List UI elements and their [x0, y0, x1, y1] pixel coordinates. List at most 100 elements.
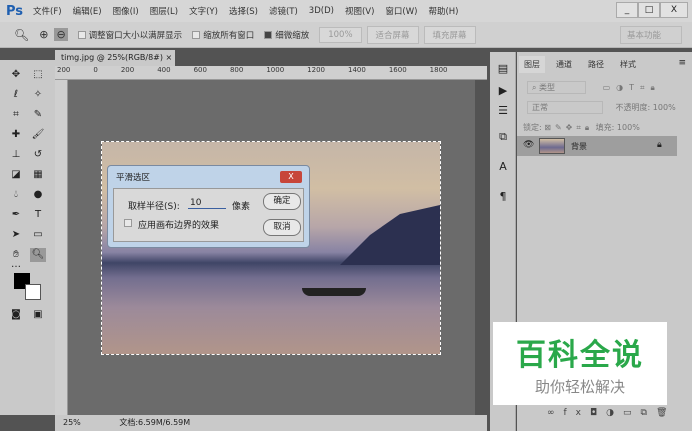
layer-name: 背景 — [571, 142, 587, 151]
document-tab-label: timg.jpg @ 25%(RGB/8#) — [61, 53, 163, 62]
ruler-left — [55, 80, 68, 415]
zoom-tool-icon[interactable]: 🔍︎ — [30, 248, 46, 262]
gradient-tool-icon[interactable]: ▦ — [30, 168, 46, 182]
pen-tool-icon[interactable]: ✒ — [8, 208, 24, 222]
marquee-tool-icon[interactable]: ⬚ — [30, 68, 46, 82]
blend-mode-select[interactable]: 正常 — [527, 101, 603, 114]
filter-icons[interactable]: ▭◑T⌗🔒︎ — [603, 83, 661, 92]
menu-type[interactable]: 文字(Y) — [189, 5, 218, 17]
ps-logo: Ps — [6, 3, 24, 19]
menu-edit[interactable]: 编辑(E) — [73, 5, 102, 17]
character-icon[interactable]: A — [495, 160, 511, 173]
new-layer-icon[interactable]: ⧉ — [641, 408, 656, 418]
path-select-icon[interactable]: ➤ — [8, 228, 24, 242]
tab-styles[interactable]: 样式 — [615, 56, 641, 73]
zoom-out-icon[interactable]: ⊖ — [54, 28, 68, 41]
zoom-tool-icon[interactable]: 🔍︎ — [14, 28, 29, 42]
stamp-tool-icon[interactable]: ⊥ — [8, 148, 24, 162]
background-color[interactable] — [25, 284, 41, 300]
filter-type-select[interactable]: ⌕ 类型 — [527, 81, 587, 94]
apply-canvas-checkbox[interactable] — [124, 219, 132, 227]
ruler-top: 200 0 200 400 600 800 1000 1200 1400 1600 1800 — [55, 66, 487, 80]
properties-icon[interactable]: ☰ — [495, 104, 511, 117]
fill-screen-button[interactable]: 填充屏幕 — [423, 25, 476, 44]
layer-lock-icon: 🔒︎ — [657, 140, 662, 150]
opacity-label: 不透明度: — [615, 103, 651, 112]
opacity-value[interactable]: 100% — [653, 103, 676, 112]
cancel-button[interactable]: 取消 — [263, 219, 301, 236]
type-tool-icon[interactable]: T — [30, 208, 46, 222]
tab-layers[interactable]: 图层 — [519, 56, 545, 73]
zoom-level[interactable]: 25% — [63, 418, 81, 427]
shape-tool-icon[interactable]: ▭ — [30, 228, 46, 242]
layer-row-background[interactable]: 👁︎ 背景 🔒︎ — [517, 136, 677, 156]
move-tool-icon[interactable]: ✥ — [8, 68, 24, 82]
panel-menu-icon[interactable]: ≡ — [678, 58, 686, 68]
dialog-close-button[interactable]: X — [280, 171, 302, 183]
actions-play-icon[interactable]: ▶ — [495, 84, 511, 97]
quick-mask-icon[interactable]: ◙ — [8, 308, 24, 322]
fit-screen-button[interactable]: 适合屏幕 — [366, 25, 419, 44]
zoom-in-icon[interactable]: ⊕ — [39, 28, 48, 41]
group-icon[interactable]: ▭ — [623, 408, 641, 418]
mask-icon[interactable]: ◘ — [590, 408, 606, 418]
menu-filter[interactable]: 滤镜(T) — [269, 5, 298, 17]
adjustment-icon[interactable]: ◑ — [606, 408, 623, 418]
lasso-tool-icon[interactable]: ℓ — [8, 88, 24, 102]
lock-icons[interactable]: ⊠✎✥⌗🔒︎ — [544, 123, 593, 132]
fill-label: 填充: — [595, 123, 615, 132]
crop-tool-icon[interactable]: ⌗ — [8, 108, 24, 122]
healing-brush-icon[interactable]: ✚ — [8, 128, 24, 142]
scrubby-zoom-label: 细微缩放 — [275, 30, 310, 41]
menu-file[interactable]: 文件(F) — [33, 5, 62, 17]
fill-value[interactable]: 100% — [617, 123, 640, 132]
blur-tool-icon[interactable]: 💧︎ — [8, 188, 24, 202]
menu-layer[interactable]: 图层(L) — [150, 5, 178, 17]
fx-icon[interactable]: fx — [564, 408, 591, 418]
menu-view[interactable]: 视图(V) — [345, 5, 374, 17]
ruler-tick: 600 — [193, 66, 207, 74]
clone-source-icon[interactable]: ⧉ — [495, 130, 511, 144]
close-button[interactable]: X — [660, 2, 688, 18]
watermark-title: 百科全说 — [516, 338, 644, 373]
zoom-all-checkbox[interactable] — [192, 30, 201, 39]
maximize-button[interactable]: □ — [638, 2, 660, 18]
history-brush-icon[interactable]: ↺ — [30, 148, 46, 162]
menu-image[interactable]: 图像(I) — [113, 5, 139, 17]
minimize-button[interactable]: _ — [616, 2, 638, 18]
document-tab[interactable]: timg.jpg @ 25%(RGB/8#) × — [55, 50, 175, 66]
menu-3d[interactable]: 3D(D) — [309, 6, 334, 16]
visibility-eye-icon[interactable]: 👁︎ — [523, 140, 534, 150]
ruler-tick: 200 — [120, 66, 135, 74]
doc-size[interactable]: 文档:6.59M/6.59M — [119, 418, 190, 427]
eraser-tool-icon[interactable]: ◪ — [8, 168, 24, 182]
zoom-100-button[interactable]: 100% — [319, 26, 362, 43]
screen-mode-icon[interactable]: ▣ — [30, 308, 46, 322]
ruler-tick: 1200 — [307, 66, 325, 74]
scrubby-zoom-checkbox[interactable] — [264, 30, 273, 39]
ruler-tick: 200 — [57, 66, 71, 74]
sample-radius-input[interactable]: 10 — [188, 198, 226, 209]
more-tools-icon[interactable]: … — [8, 258, 24, 272]
link-icon[interactable]: ∞ — [547, 408, 564, 418]
ruler-tick: 1800 — [429, 66, 448, 74]
tab-paths[interactable]: 路径 — [583, 56, 609, 73]
menu-help[interactable]: 帮助(H) — [428, 5, 458, 17]
unit-label: 像素 — [232, 202, 251, 212]
document-tab-close[interactable]: × — [166, 53, 173, 62]
trash-icon[interactable]: 🗑︎ — [656, 408, 676, 418]
workspace-select[interactable]: 基本功能 — [619, 25, 682, 44]
eyedropper-icon[interactable]: ✎ — [30, 108, 46, 122]
dodge-tool-icon[interactable]: ● — [30, 188, 46, 202]
menu-select[interactable]: 选择(S) — [229, 5, 258, 17]
menu-window[interactable]: 窗口(W) — [385, 5, 417, 17]
ok-button[interactable]: 确定 — [263, 193, 301, 210]
resize-windows-label: 调整窗口大小以满屏显示 — [88, 30, 183, 41]
paragraph-icon[interactable]: ¶ — [495, 190, 511, 203]
history-icon[interactable]: ▤ — [495, 62, 511, 75]
magic-wand-icon[interactable]: ✧ — [30, 88, 46, 102]
smooth-selection-dialog: 平滑选区 X 取样半径(S): 10 像素 应用画布边界的效果 确定 取消 — [107, 165, 310, 248]
brush-tool-icon[interactable]: 🖌︎ — [30, 128, 46, 142]
tab-channels[interactable]: 通道 — [551, 56, 577, 73]
resize-windows-checkbox[interactable] — [77, 30, 86, 39]
